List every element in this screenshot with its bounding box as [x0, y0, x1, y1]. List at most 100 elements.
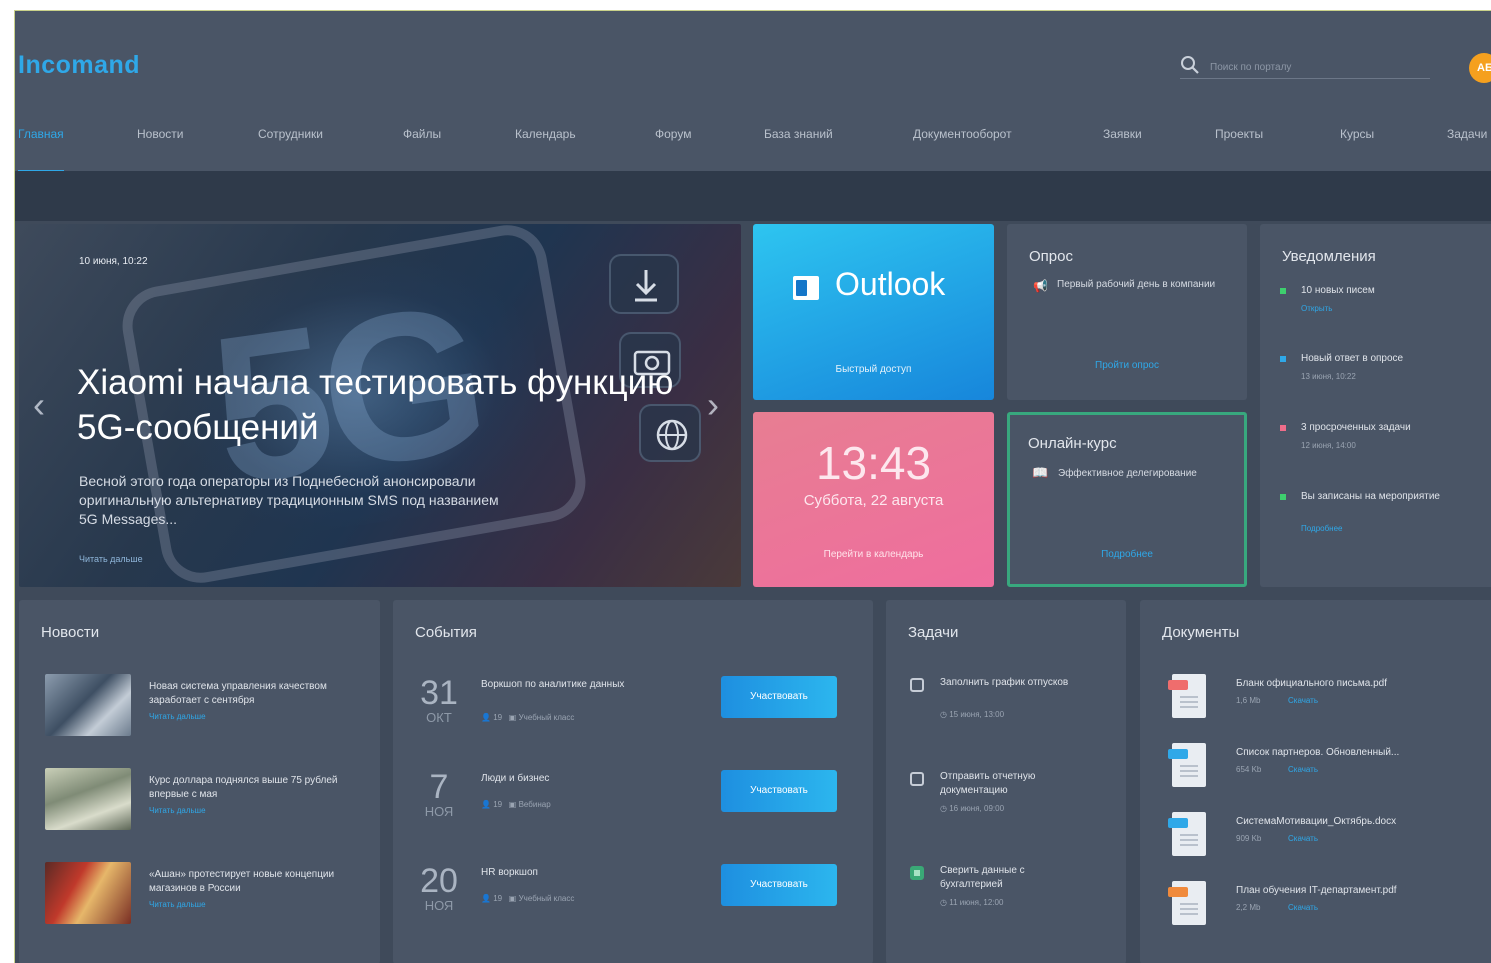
- task-checkbox[interactable]: [910, 678, 924, 692]
- notification-item[interactable]: 3 просроченных задачи 12 июня, 14:00: [1280, 421, 1480, 461]
- hero-title[interactable]: Xiaomi начала тестировать функцию 5G-соо…: [77, 360, 677, 450]
- nav-tab-forum[interactable]: Форум: [655, 123, 691, 171]
- download-link[interactable]: Скачать: [1288, 903, 1318, 912]
- event-people-count: 19: [493, 800, 503, 809]
- search-box[interactable]: [1180, 55, 1430, 79]
- news-headline[interactable]: «Ашан» протестирует новые концепции мага…: [149, 868, 369, 896]
- nav-tab-knowledge[interactable]: База знаний: [764, 123, 833, 171]
- news-headline[interactable]: Новая система управления качеством зараб…: [149, 680, 369, 708]
- nav-tab-tasks[interactable]: Задачи: [1447, 123, 1487, 171]
- event-month: НОЯ: [424, 804, 454, 819]
- take-poll-link[interactable]: Пройти опрос: [1007, 360, 1247, 371]
- task-text[interactable]: Сверить данные с бухгалтерией: [940, 864, 1090, 892]
- search-icon[interactable]: [1180, 55, 1200, 75]
- participate-button[interactable]: Участвовать: [721, 864, 837, 906]
- event-meta: 👤 19 ▣ Вебинар: [481, 800, 551, 809]
- slider-next-icon[interactable]: ›: [707, 384, 719, 426]
- participate-button[interactable]: Участвовать: [721, 676, 837, 718]
- download-link[interactable]: Скачать: [1288, 765, 1318, 774]
- notification-time: 12 июня, 14:00: [1301, 441, 1356, 450]
- document-name[interactable]: План обучения IT-департамент.pdf: [1236, 885, 1476, 896]
- location-icon: ▣: [508, 713, 517, 722]
- document-name[interactable]: СистемаМотивации_Октябрь.docx: [1236, 816, 1476, 827]
- document-size: 909 Kb: [1236, 834, 1262, 843]
- search-input[interactable]: [1210, 58, 1425, 76]
- download-link[interactable]: Скачать: [1288, 696, 1318, 705]
- event-place: Учебный класс: [518, 894, 575, 903]
- pdf-file-icon: [1168, 674, 1206, 718]
- news-item[interactable]: «Ашан» протестирует новые концепции мага…: [45, 862, 365, 926]
- notification-item[interactable]: Новый ответ в опросе 13 июня, 10:22: [1280, 352, 1480, 392]
- user-avatar[interactable]: АБ: [1469, 53, 1491, 83]
- poll-card: Опрос 📢 Первый рабочий день в компании П…: [1007, 224, 1247, 400]
- brand-logo[interactable]: Incomand: [18, 51, 140, 80]
- nav-tab-docflow[interactable]: Документооборот: [913, 123, 1012, 171]
- document-name[interactable]: Бланк официального письма.pdf: [1236, 678, 1476, 689]
- news-item[interactable]: Новая система управления качеством зараб…: [45, 674, 365, 738]
- notification-text: Новый ответ в опросе: [1301, 353, 1404, 364]
- task-item: Отправить отчетную документацию ◷ 16 июн…: [910, 770, 1110, 850]
- nav-tab-requests[interactable]: Заявки: [1103, 123, 1142, 171]
- nav-tab-courses[interactable]: Курсы: [1340, 123, 1374, 171]
- notification-text: 3 просроченных задачи: [1301, 422, 1411, 433]
- outlook-logo-icon: [793, 276, 819, 300]
- nav-tab-employees[interactable]: Сотрудники: [258, 123, 323, 171]
- event-title[interactable]: Люди и бизнес: [481, 772, 651, 786]
- course-details-link[interactable]: Подробнее: [1010, 549, 1244, 560]
- course-title: Онлайн-курс: [1028, 435, 1117, 452]
- task-text[interactable]: Отправить отчетную документацию: [940, 770, 1090, 798]
- clock-time: 13:43: [815, 437, 932, 489]
- events-card: События 31 ОКТ Воркшоп по аналитике данн…: [393, 600, 873, 963]
- main-nav: Главная Новости Сотрудники Файлы Календа…: [15, 123, 1491, 173]
- nav-tab-home[interactable]: Главная: [18, 123, 64, 173]
- task-due: ◷ 11 июня, 12:00: [940, 898, 1003, 907]
- notification-link[interactable]: Подробнее: [1301, 524, 1343, 533]
- status-dot: [1280, 494, 1286, 500]
- news-read-more-link[interactable]: Читать дальше: [149, 900, 206, 909]
- notification-link[interactable]: Открыть: [1301, 304, 1332, 313]
- event-day: 20: [420, 862, 458, 900]
- poll-question: Первый рабочий день в компании: [1057, 279, 1216, 290]
- nav-tab-news[interactable]: Новости: [137, 123, 183, 171]
- notification-item[interactable]: Вы записаны на мероприятие Подробнее: [1280, 490, 1480, 540]
- nav-tab-files[interactable]: Файлы: [403, 123, 441, 171]
- event-title[interactable]: Воркшоп по аналитике данных: [481, 678, 651, 692]
- event-day: 7: [429, 768, 449, 806]
- document-size: 2,2 Mb: [1236, 903, 1261, 912]
- task-checkbox[interactable]: [910, 772, 924, 786]
- download-link[interactable]: Скачать: [1288, 834, 1318, 843]
- course-name: Эффективное делегирование: [1058, 468, 1197, 479]
- news-item[interactable]: Курс доллара поднялся выше 75 рублей впе…: [45, 768, 365, 832]
- news-title: Новости: [41, 624, 100, 641]
- document-size: 654 Kb: [1236, 765, 1262, 774]
- book-icon: 📖: [1032, 465, 1049, 480]
- notifications-title: Уведомления: [1282, 248, 1376, 265]
- task-text[interactable]: Заполнить график отпусков: [940, 676, 1090, 690]
- nav-tab-projects[interactable]: Проекты: [1215, 123, 1263, 171]
- news-slider[interactable]: 5G 10 июня, 10:22 Xiaomi начала тестиров…: [19, 224, 741, 587]
- document-name[interactable]: Список партнеров. Обновленный...: [1236, 747, 1476, 758]
- notification-item[interactable]: 10 новых писем Открыть: [1280, 284, 1480, 324]
- event-title[interactable]: HR воркшоп: [481, 866, 651, 880]
- hero-read-more-link[interactable]: Читать дальше: [79, 554, 143, 564]
- outlook-subtitle: Быстрый доступ: [835, 364, 912, 375]
- news-read-more-link[interactable]: Читать дальше: [149, 712, 206, 721]
- event-meta: 👤 19 ▣ Учебный класс: [481, 894, 574, 903]
- event-people-count: 19: [493, 894, 503, 903]
- participate-button[interactable]: Участвовать: [721, 770, 837, 812]
- task-checkbox-checked[interactable]: [910, 866, 924, 880]
- notifications-card: Уведомления 10 новых писем Открыть Новый…: [1260, 224, 1491, 587]
- event-month: ОКТ: [426, 710, 452, 725]
- outlook-tile[interactable]: Outlook Быстрый доступ: [753, 224, 994, 400]
- megaphone-icon: 📢: [1033, 279, 1048, 293]
- slider-prev-icon[interactable]: ‹: [33, 384, 45, 426]
- task-due-text: 15 июня, 13:00: [949, 710, 1005, 719]
- location-icon: ▣: [508, 894, 517, 903]
- calendar-link[interactable]: Перейти в календарь: [753, 549, 994, 560]
- news-headline[interactable]: Курс доллара поднялся выше 75 рублей впе…: [149, 774, 369, 802]
- event-month: НОЯ: [424, 898, 454, 913]
- news-read-more-link[interactable]: Читать дальше: [149, 806, 206, 815]
- task-due-text: 16 июня, 09:00: [949, 804, 1005, 813]
- nav-tab-calendar[interactable]: Календарь: [515, 123, 576, 171]
- event-meta: 👤 19 ▣ Учебный класс: [481, 713, 574, 722]
